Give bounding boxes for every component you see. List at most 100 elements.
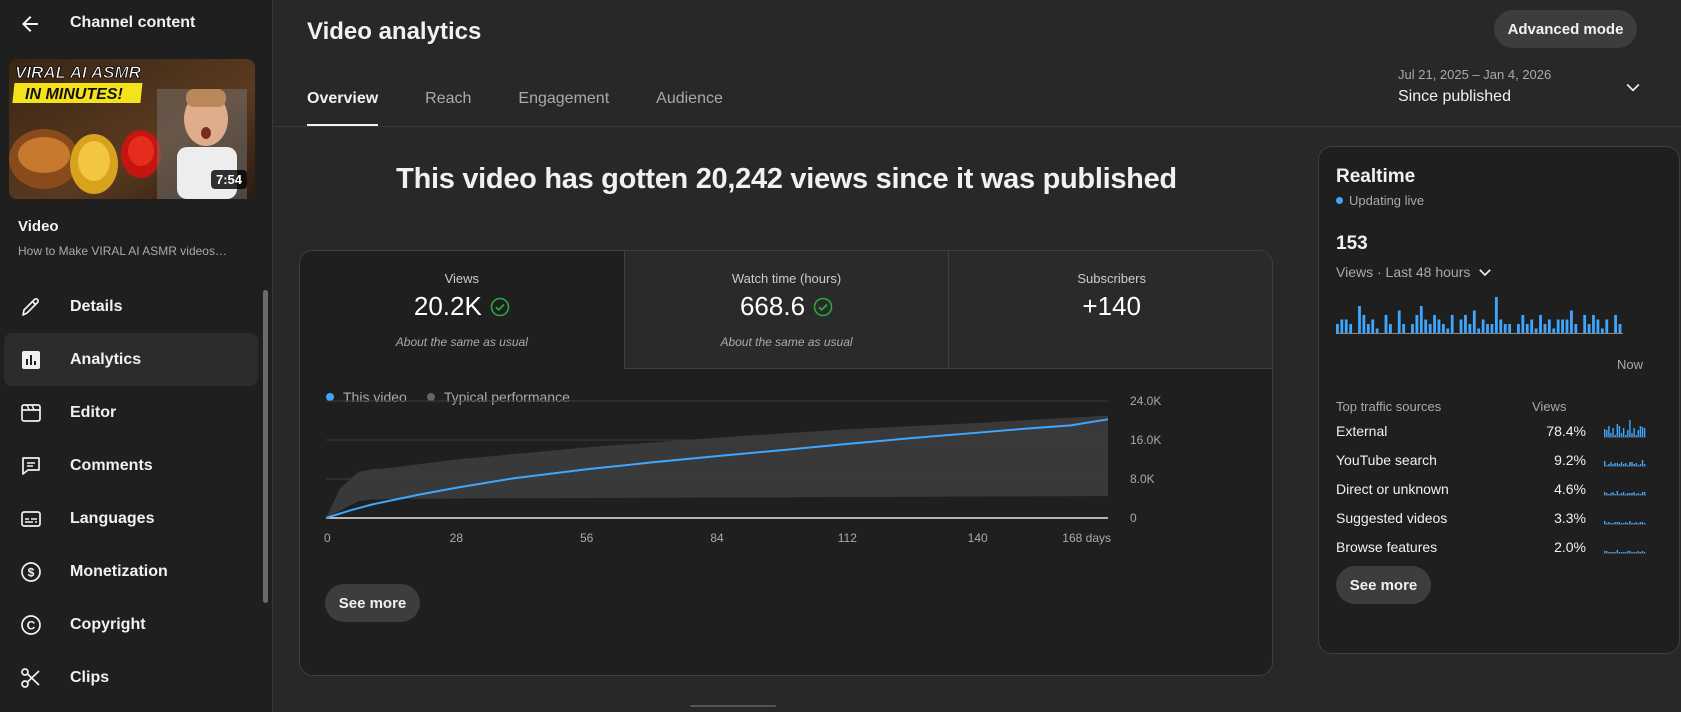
views-chart[interactable]: 0 8.0K 16.0K 24.0K 0 28 56 84 112 140 168 days [300,251,1273,581]
realtime-bar [1530,319,1534,333]
realtime-bar [1556,319,1560,333]
sparkline-bar [1633,428,1635,437]
date-range-selector[interactable]: Jul 21, 2025 – Jan 4, 2026 Since publish… [1398,62,1658,112]
sidebar-item-details[interactable]: Details [4,280,258,333]
traffic-source-name: Direct or unknown [1336,481,1449,497]
comment-icon [18,453,44,479]
sidebar-item-comments[interactable]: Comments [4,439,258,492]
sparkline-bar [1627,523,1629,524]
sparkline-bar [1635,494,1637,495]
realtime-bar [1481,319,1485,333]
video-title[interactable]: How to Make VIRAL AI ASMR videos… [18,244,253,258]
realtime-bar [1565,319,1569,333]
realtime-bar [1614,315,1617,333]
advanced-mode-button[interactable]: Advanced mode [1494,10,1637,48]
sparkline-bar [1620,523,1623,524]
realtime-bar [1411,324,1414,333]
sidebar-scrollbar[interactable] [262,280,268,712]
sidebar-item-languages[interactable]: Languages [4,492,258,545]
sidebar-item-label: Analytics [70,350,142,368]
sparkline-bar [1608,426,1610,437]
sparkline-bar [1620,493,1623,495]
sparkline-bar [1635,435,1637,437]
traffic-source-row[interactable]: Direct or unknown 4.6% [1336,475,1646,505]
traffic-source-name: Suggested videos [1336,510,1448,526]
realtime-bar [1384,315,1388,333]
sparkline-bar [1639,426,1642,437]
sparkline-bar [1612,552,1614,553]
sparkline-bar [1637,430,1639,437]
traffic-views-header: Views [1532,399,1567,414]
tab-reach[interactable]: Reach [425,88,471,126]
x-tick-label: 112 [838,531,857,545]
sidebar-item-analytics[interactable]: Analytics [4,333,258,386]
tab-engagement[interactable]: Engagement [518,88,609,126]
y-tick-label: 24.0K [1130,394,1161,408]
sparkline-bar [1620,433,1623,437]
traffic-source-percent: 4.6% [1554,481,1586,497]
realtime-see-more-button[interactable]: See more [1336,566,1431,604]
sidebar-item-editor[interactable]: Editor [4,386,258,439]
sparkline-bar [1618,426,1621,437]
traffic-source-percent: 3.3% [1554,510,1586,526]
sparkline-bar [1629,462,1631,466]
tab-audience[interactable]: Audience [656,88,723,126]
traffic-source-row[interactable]: Browse features 2.0% [1336,533,1646,563]
realtime-bar [1446,328,1450,333]
sidebar-item-label: Details [70,297,123,315]
sparkline-bar [1625,494,1627,495]
sparkline-bar [1637,493,1639,495]
sidebar-item-label: Languages [70,509,155,527]
realtime-now-label: Now [1617,357,1644,372]
traffic-source-row[interactable]: YouTube search 9.2% [1336,446,1646,476]
sidebar-item-clips[interactable]: Clips [4,651,258,704]
see-more-button[interactable]: See more [325,584,420,622]
sidebar-item-copyright[interactable]: C Copyright [4,598,258,651]
sparkline-bar [1618,494,1621,495]
sparkline-bar [1616,424,1618,437]
sparkline-bar [1631,433,1633,437]
tabs-divider [274,126,1681,127]
sparkline-bar [1610,462,1612,466]
sparkline-bar [1641,551,1644,553]
sparkline-bar [1604,429,1606,437]
sparkline-bar [1627,493,1629,495]
tab-overview[interactable]: Overview [307,88,379,126]
traffic-source-sparkline [1604,491,1646,496]
realtime-bar [1437,319,1441,333]
sparkline-bar [1622,492,1625,495]
traffic-source-name: External [1336,423,1388,439]
sparkline-bar [1608,552,1610,553]
sidebar-item-monetization[interactable]: $ Monetization [4,545,258,598]
traffic-source-percent: 9.2% [1554,452,1586,468]
realtime-bar-chart[interactable] [1319,147,1680,347]
traffic-source-name: Browse features [1336,539,1438,555]
sparkline-bar [1620,552,1623,553]
back-button[interactable] [14,8,46,40]
video-thumbnail[interactable]: VIRAL AI ASMR IN MINUTES! 7:54 [9,59,255,199]
sparkline-bar [1625,463,1627,466]
sparkline-bar [1622,552,1625,553]
svg-text:VIRAL AI ASMR: VIRAL AI ASMR [15,63,142,82]
traffic-source-row[interactable]: Suggested videos 3.3% [1336,504,1646,534]
svg-text:C: C [27,618,36,632]
sparkline-bar [1629,521,1631,524]
traffic-source-row[interactable]: External 78.4% [1336,417,1646,447]
realtime-bar [1477,328,1481,333]
sparkline-bar [1629,420,1631,437]
bar-chart-icon [18,347,44,373]
realtime-bar [1441,324,1445,333]
sparkline-bar [1608,494,1610,495]
sparkline-bar [1625,435,1627,437]
realtime-bar [1574,324,1578,333]
sparkline-bar [1608,522,1610,524]
sparkline-bar [1625,522,1627,524]
realtime-bar [1587,324,1591,333]
scrollbar-thumb[interactable] [263,290,268,603]
realtime-bar [1472,310,1476,333]
scroll-indicator [690,705,776,707]
realtime-bar [1605,319,1609,333]
realtime-bar [1570,310,1573,333]
traffic-source-sparkline [1604,521,1646,525]
sparkline-bar [1622,428,1625,437]
